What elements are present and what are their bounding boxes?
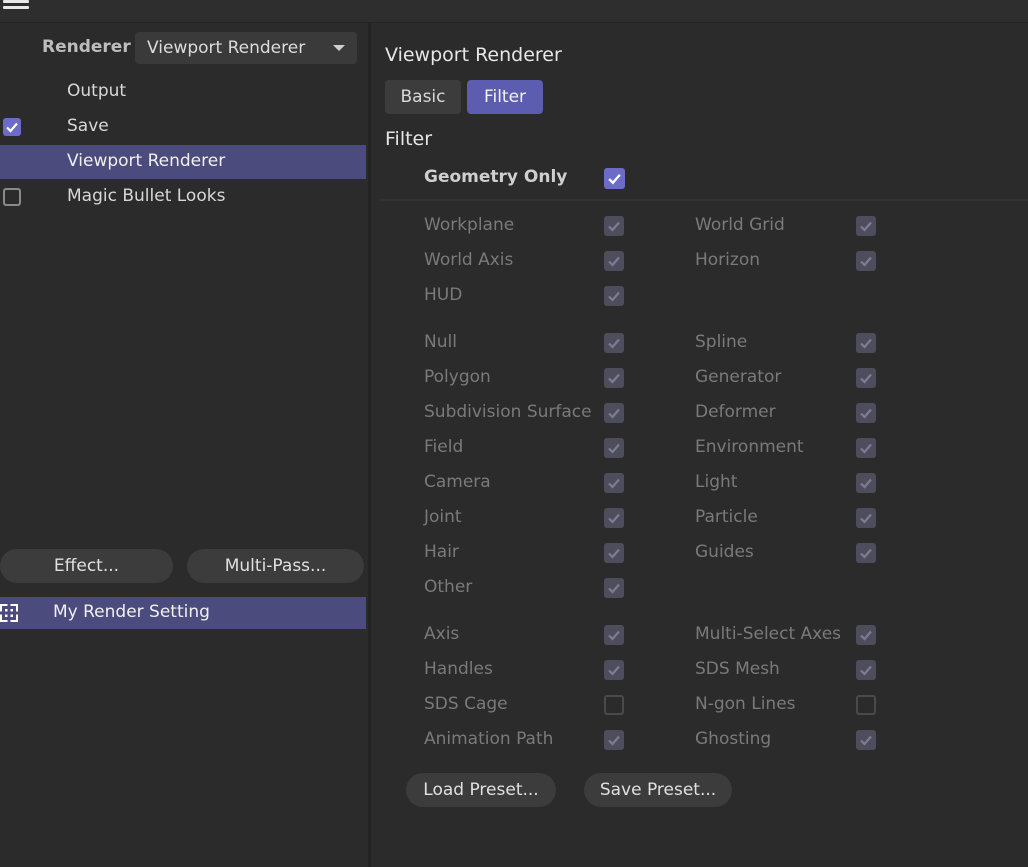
filter-checkbox-n-gon-lines[interactable]: [856, 695, 876, 715]
filter-checkbox-sds-mesh[interactable]: [856, 660, 876, 680]
filter-label-horizon: Horizon: [695, 250, 760, 270]
tab-basic[interactable]: Basic: [385, 80, 461, 114]
filter-checkbox-camera[interactable]: [604, 473, 624, 493]
filter-checkbox-handles[interactable]: [604, 660, 624, 680]
list-item-magic-bullet-looks[interactable]: Magic Bullet Looks: [0, 180, 368, 214]
top-bar: [0, 0, 1028, 23]
filter-label-axis: Axis: [424, 624, 460, 644]
render-setting-icon: [0, 604, 18, 622]
geometry-only-checkbox[interactable]: [604, 168, 625, 189]
filter-checkbox-guides[interactable]: [856, 543, 876, 563]
hamburger-menu-icon[interactable]: [0, 0, 30, 14]
filter-checkbox-spline[interactable]: [856, 333, 876, 353]
filter-checkbox-workplane[interactable]: [604, 216, 624, 236]
filter-checkbox-sds-cage[interactable]: [604, 695, 624, 715]
filter-label-multi-select-axes: Multi-Select Axes: [695, 624, 842, 644]
list-item-label: Output: [67, 81, 127, 101]
filter-checkbox-joint[interactable]: [604, 508, 624, 528]
filter-label-generator: Generator: [695, 367, 782, 387]
section-divider: [381, 199, 1028, 201]
filter-label-animation-path: Animation Path: [424, 729, 554, 749]
load-preset-button[interactable]: Load Preset...: [406, 773, 556, 807]
filter-label-subdivision-surface: Subdivision Surface: [424, 402, 592, 422]
filter-checkbox-animation-path[interactable]: [604, 730, 624, 750]
filter-checkbox-multi-select-axes[interactable]: [856, 625, 876, 645]
effect-button[interactable]: Effect...: [0, 549, 173, 583]
filter-label-particle: Particle: [695, 507, 758, 527]
filter-checkbox-world-grid[interactable]: [856, 216, 876, 236]
filter-label-world-axis: World Axis: [424, 250, 514, 270]
filter-checkbox-particle[interactable]: [856, 508, 876, 528]
filter-checkbox-polygon[interactable]: [604, 368, 624, 388]
render-setting-item[interactable]: My Render Setting: [0, 597, 366, 629]
checkbox-unchecked-icon[interactable]: [3, 188, 21, 206]
render-setting-label: My Render Setting: [53, 602, 210, 622]
filter-checkbox-horizon[interactable]: [856, 251, 876, 271]
list-item-viewport-renderer[interactable]: Viewport Renderer: [0, 145, 366, 179]
renderer-label: Renderer: [42, 37, 131, 57]
filter-checkbox-light[interactable]: [856, 473, 876, 493]
filter-label-workplane: Workplane: [424, 215, 515, 235]
chevron-down-icon: [333, 45, 345, 51]
filter-label-camera: Camera: [424, 472, 491, 492]
filter-checkbox-other[interactable]: [604, 578, 624, 598]
tab-filter[interactable]: Filter: [467, 80, 543, 114]
panel-title: Viewport Renderer: [385, 44, 562, 66]
filter-label-sds-cage: SDS Cage: [424, 694, 508, 714]
multi-pass-button[interactable]: Multi-Pass...: [187, 549, 364, 583]
filter-checkbox-world-axis[interactable]: [604, 251, 624, 271]
filter-label-polygon: Polygon: [424, 367, 491, 387]
save-preset-button[interactable]: Save Preset...: [584, 773, 732, 807]
filter-label-sds-mesh: SDS Mesh: [695, 659, 780, 679]
filter-label-other: Other: [424, 577, 473, 597]
render-settings-sidebar: Renderer Viewport Renderer Output Save V…: [0, 23, 368, 867]
filter-checkbox-null[interactable]: [604, 333, 624, 353]
list-item-label: Viewport Renderer: [67, 151, 226, 171]
list-item-save[interactable]: Save: [0, 110, 368, 144]
filter-label-light: Light: [695, 472, 738, 492]
filter-label-hair: Hair: [424, 542, 459, 562]
list-item-label: Magic Bullet Looks: [67, 186, 226, 206]
list-item-output[interactable]: Output: [0, 75, 368, 109]
filter-label-null: Null: [424, 332, 457, 352]
filter-checkbox-ghosting[interactable]: [856, 730, 876, 750]
list-item-label: Save: [67, 116, 109, 136]
filter-label-hud: HUD: [424, 285, 463, 305]
filter-label-field: Field: [424, 437, 464, 457]
filter-label-handles: Handles: [424, 659, 493, 679]
renderer-dropdown-value: Viewport Renderer: [147, 38, 306, 58]
filter-label-n-gon-lines: N-gon Lines: [695, 694, 796, 714]
filter-checkbox-hair[interactable]: [604, 543, 624, 563]
filter-label-ghosting: Ghosting: [695, 729, 772, 749]
filter-label-spline: Spline: [695, 332, 748, 352]
filter-checkbox-axis[interactable]: [604, 625, 624, 645]
filter-checkbox-subdivision-surface[interactable]: [604, 403, 624, 423]
renderer-dropdown[interactable]: Viewport Renderer: [135, 32, 357, 64]
filter-label-deformer: Deformer: [695, 402, 776, 422]
filter-label-guides: Guides: [695, 542, 754, 562]
filter-label-world-grid: World Grid: [695, 215, 785, 235]
checkbox-checked-icon[interactable]: [3, 118, 21, 136]
filter-label-environment: Environment: [695, 437, 804, 457]
filter-checkbox-hud[interactable]: [604, 286, 624, 306]
filter-label-joint: Joint: [424, 507, 462, 527]
filter-checkbox-field[interactable]: [604, 438, 624, 458]
filter-checkbox-deformer[interactable]: [856, 403, 876, 423]
section-title-filter: Filter: [385, 128, 433, 150]
filter-checkbox-environment[interactable]: [856, 438, 876, 458]
filter-checkbox-generator[interactable]: [856, 368, 876, 388]
settings-panel: Viewport Renderer Basic Filter Filter Ge…: [371, 23, 1028, 867]
geometry-only-label: Geometry Only: [424, 167, 568, 187]
